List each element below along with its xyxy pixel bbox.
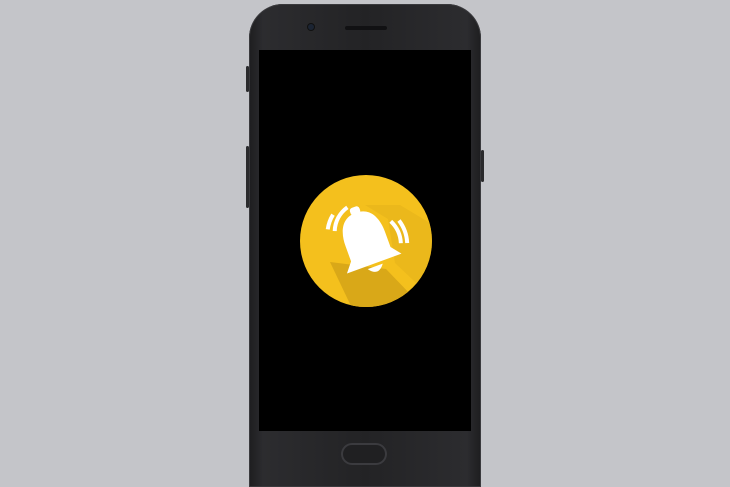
power-button[interactable] — [481, 150, 484, 182]
front-camera — [308, 24, 314, 30]
bell-ringing-icon[interactable] — [300, 175, 432, 307]
stage-background — [0, 0, 730, 487]
earpiece-speaker — [345, 26, 387, 30]
home-button[interactable] — [341, 443, 387, 465]
